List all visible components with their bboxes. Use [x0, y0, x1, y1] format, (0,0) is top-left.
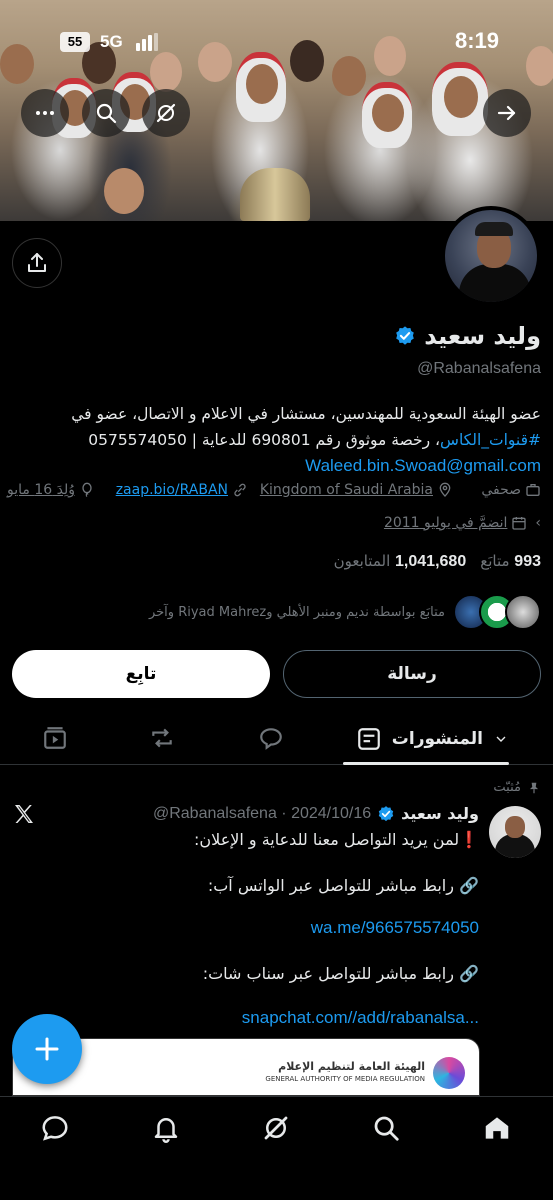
profile-avatar[interactable]	[441, 206, 541, 306]
profile-stats: 993 متابَع 1,041,680 المتابعون	[334, 552, 541, 571]
compose-post-button[interactable]	[12, 1014, 82, 1084]
gamr-logo	[433, 1057, 465, 1089]
bio-line-1: عضو الهيئة السعودية للمهندسين، مستشار في…	[71, 405, 541, 423]
profile-bio: عضو الهيئة السعودية للمهندسين، مستشار في…	[11, 401, 541, 479]
post-whatsapp-link[interactable]: wa.me/966575574050	[311, 918, 479, 938]
bell-icon	[154, 1118, 178, 1143]
post-author-name[interactable]: وليد سعيد	[401, 804, 479, 823]
post-handle-date: @Rabanalsafena · 2024/10/16	[152, 804, 372, 822]
clock: 8:19	[454, 28, 499, 53]
plus-icon	[35, 1037, 59, 1061]
balloon-icon	[82, 482, 92, 498]
search-icon	[374, 1116, 399, 1141]
hashtag-link[interactable]: #قنوات_الكاس	[440, 431, 541, 449]
tab-posts[interactable]: المنشورات	[356, 713, 509, 765]
grok-icon	[264, 1116, 288, 1140]
profile-birthday: وُلِدَ 16 مايو	[7, 482, 95, 498]
profile-website[interactable]: zaap.bio/RABAN	[116, 482, 248, 498]
message-icon	[42, 1116, 68, 1141]
following-stat[interactable]: 993 متابَع	[480, 552, 541, 571]
pin-icon	[529, 782, 539, 793]
grok-button[interactable]	[142, 89, 190, 137]
follower-avatar	[505, 594, 541, 630]
sim-badge: 55	[60, 32, 90, 52]
profile-joined: انضمَّ في يوليو 2011 ‹	[383, 515, 541, 531]
profile-name-text: وليد سعيد	[424, 322, 541, 350]
post-text-line-3: 🔗 رابط مباشر للتواصل عبر سناب شات:	[202, 964, 479, 983]
arrow-right-icon	[497, 105, 516, 121]
posts-icon	[357, 728, 380, 750]
verified-badge-icon	[378, 805, 394, 821]
profile-location: Kingdom of Saudi Arabia	[260, 482, 453, 498]
location-pin-icon	[439, 482, 451, 497]
bio-email-link[interactable]: Waleed.bin.Swoad@gmail.com	[305, 456, 541, 475]
back-button[interactable]	[483, 89, 531, 137]
card-org: الهيئة العامة لتنظيم الإعلام GENERAL AUT…	[265, 1057, 465, 1089]
briefcase-icon	[526, 484, 540, 496]
more-options-button[interactable]	[21, 89, 69, 137]
pinned-label: مُثبّت	[493, 780, 541, 795]
search-button[interactable]	[82, 89, 130, 137]
post-author-avatar[interactable]	[489, 806, 541, 858]
post-media-card[interactable]: الهيئة العامة لتنظيم الإعلام GENERAL AUT…	[12, 1038, 480, 1096]
profile-handle: @Rabanalsafena	[417, 360, 541, 377]
more-icon	[36, 111, 54, 115]
share-icon	[28, 253, 46, 272]
signal-icon	[136, 33, 162, 51]
profile-name: وليد سعيد	[394, 322, 541, 350]
x-logo-icon[interactable]	[12, 802, 36, 826]
tab-media-icon[interactable]	[40, 725, 70, 751]
post-text-line-1: ❗لمن يريد التواصل معنا للدعاية و الإعلان…	[194, 830, 479, 849]
bottom-nav	[0, 1096, 553, 1200]
share-button[interactable]	[12, 238, 62, 288]
home-icon	[485, 1117, 509, 1139]
follow-button[interactable]: تابِع	[12, 650, 270, 698]
verified-badge-icon	[396, 326, 415, 345]
nav-grok[interactable]	[261, 1113, 291, 1143]
bio-line-2: #قنوات_الكاس، رخصة موثوق رقم 690801 للدع…	[88, 431, 541, 449]
search-icon	[96, 103, 117, 124]
tab-replies-icon[interactable]	[256, 725, 286, 751]
profile-category: صحفي	[481, 482, 541, 498]
status-bar: 55 5G 8:19	[0, 0, 553, 80]
post-text-line-2: 🔗 رابط مباشر للتواصل عبر الواتس آب:	[207, 876, 479, 895]
nav-home[interactable]	[482, 1113, 512, 1143]
link-icon	[234, 483, 246, 497]
tab-reposts-icon[interactable]	[147, 725, 177, 751]
known-followers[interactable]: متابَع بواسطة نديم ومنبر الأهلي وRiyad M…	[149, 594, 541, 630]
tab-indicator	[343, 762, 509, 765]
nav-messages[interactable]	[40, 1113, 70, 1143]
calendar-icon	[512, 517, 527, 530]
post-header: وليد سعيد @Rabanalsafena · 2024/10/16	[153, 804, 479, 823]
nav-search[interactable]	[371, 1113, 401, 1143]
chevron-down-icon	[496, 736, 506, 742]
website-link[interactable]: zaap.bio/RABAN	[116, 482, 228, 498]
network-type: 5G	[100, 32, 123, 51]
post-snapchat-link[interactable]: snapchat.com//add/rabanalsa...	[242, 1008, 479, 1028]
followers-stat[interactable]: 1,041,680 المتابعون	[334, 552, 467, 571]
nav-notifications[interactable]	[151, 1113, 181, 1143]
grok-icon	[156, 103, 176, 123]
known-followers-text: متابَع بواسطة نديم ومنبر الأهلي وRiyad M…	[148, 604, 445, 620]
message-button[interactable]: رسالة	[283, 650, 541, 698]
